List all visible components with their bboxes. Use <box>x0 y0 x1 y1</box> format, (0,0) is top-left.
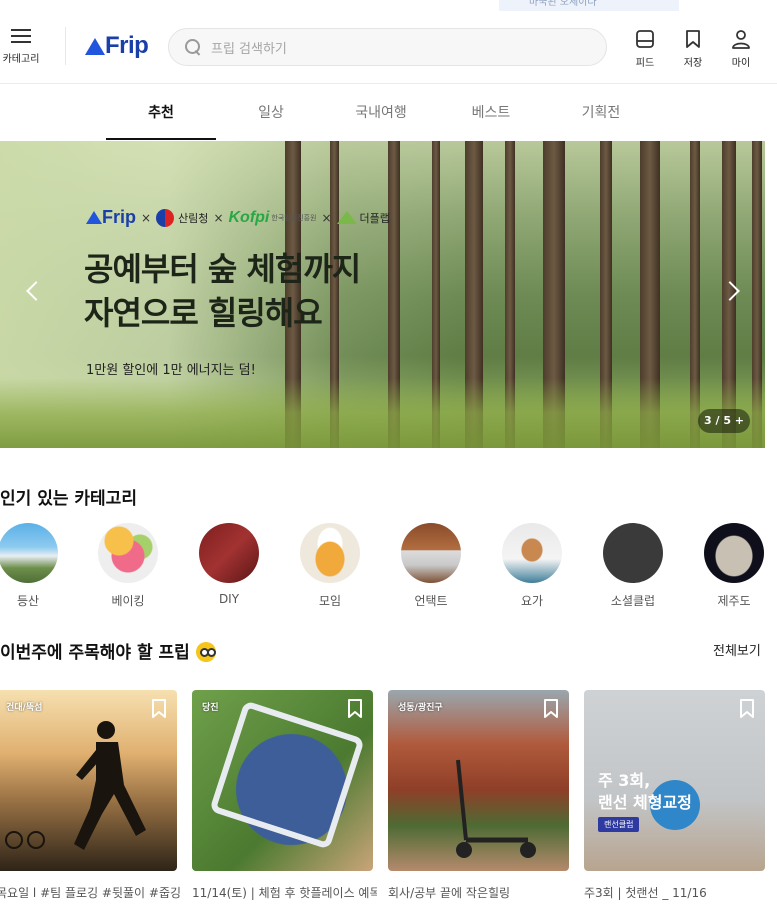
banner-prev-arrow-icon[interactable] <box>26 281 46 301</box>
header-divider <box>65 27 66 65</box>
social-club-icon <box>603 523 663 583</box>
tab-recommend[interactable]: 추천 <box>106 85 216 141</box>
hero-banner[interactable]: Frip × 산림청 × Kofpi 한국임업진흥원 × 더플랩 공예부터 숲 … <box>0 141 765 448</box>
frip-logo[interactable]: Frip <box>85 31 149 61</box>
bookmark-icon[interactable] <box>739 699 755 719</box>
frip-partner-logo: Frip <box>86 207 136 228</box>
card-location: 성동/광진구 <box>398 703 443 713</box>
tab-exhibition[interactable]: 기획전 <box>546 85 656 141</box>
bookmark-icon <box>686 30 700 48</box>
bookmark-icon[interactable] <box>543 699 559 719</box>
card-title[interactable]: 11/14(토) | 체험 후 핫플레이스 예목 <box>192 884 377 901</box>
frip-card[interactable]: 건대/뚝섬 <box>0 690 177 871</box>
popular-categories-title: 인기 있는 카테고리 <box>0 489 137 509</box>
banner-subtitle: 1만원 할인에 1만 에너지는 덤! <box>86 363 256 378</box>
header: 카테고리 Frip 프립 검색하기 피드 저장 마이 <box>0 11 777 84</box>
kofpi-logo: Kofpi <box>228 208 270 226</box>
mountain-icon <box>0 523 58 583</box>
laptop-icon <box>401 523 461 583</box>
partner-logos: Frip × 산림청 × Kofpi 한국임업진흥원 × 더플랩 <box>86 207 390 228</box>
saved-button[interactable]: 저장 <box>677 29 709 69</box>
yoga-icon <box>502 523 562 583</box>
tab-best[interactable]: 베스트 <box>436 85 546 141</box>
bookmark-icon[interactable] <box>347 699 363 719</box>
wallet-icon <box>199 523 259 583</box>
banner-title: 공예부터 숲 체험까지 자연으로 힐링해요 <box>84 250 361 332</box>
macaron-icon <box>98 523 158 583</box>
category-hiking[interactable]: 등산 <box>0 523 73 609</box>
card-title[interactable]: 회사/공부 끝에 작은힐링 <box>388 884 573 901</box>
feed-button[interactable]: 피드 <box>629 29 661 69</box>
card-location: 당진 <box>202 703 219 713</box>
tab-daily[interactable]: 일상 <box>216 85 326 141</box>
card-title[interactable]: 목요일 l #팀 플로깅 #뒷풀이 #줍깅 <box>0 884 181 901</box>
my-page-button[interactable]: 마이 <box>725 29 757 69</box>
tab-domestic-travel[interactable]: 국내여행 <box>326 85 436 141</box>
card-badge: 랜선클럽 <box>598 817 640 832</box>
top-tooltip: 마국된 오세이나 <box>499 0 679 11</box>
category-menu-label: 카테고리 <box>2 54 40 65</box>
category-jeju[interactable]: 제주도 <box>689 523 777 609</box>
frip-card[interactable]: 주 3회, 랜선 체형교정 랜선클럽 <box>584 690 765 871</box>
frip-card[interactable]: 성동/광진구 <box>388 690 569 871</box>
search-input[interactable]: 프립 검색하기 <box>168 28 607 66</box>
banner-pager[interactable]: 3 / 5 + <box>698 409 750 433</box>
category-untact[interactable]: 언택트 <box>386 523 476 609</box>
logo-triangle-icon <box>85 37 105 55</box>
main-tabs: 추천 일상 국내여행 베스트 기획전 <box>0 85 777 141</box>
category-social-club[interactable]: 소셜클럽 <box>588 523 678 609</box>
category-menu-button[interactable]: 카테고리 <box>0 29 42 65</box>
bookmark-icon[interactable] <box>151 699 167 719</box>
beer-icon <box>300 523 360 583</box>
category-baking[interactable]: 베이킹 <box>83 523 173 609</box>
korea-seal-icon <box>156 208 175 227</box>
hamburger-icon <box>11 29 31 44</box>
blueberry-basket <box>211 702 363 848</box>
see-all-link[interactable]: 전체보기 <box>713 640 761 659</box>
search-icon <box>185 39 201 55</box>
smile-emoji-icon <box>195 642 216 662</box>
frip-card[interactable]: 당진 <box>192 690 373 871</box>
search-placeholder: 프립 검색하기 <box>211 41 287 57</box>
mountain-logo-icon <box>336 211 357 224</box>
category-yoga[interactable]: 요가 <box>487 523 577 609</box>
card-location: 건대/뚝섬 <box>6 703 43 713</box>
category-meetup[interactable]: 모임 <box>285 523 375 609</box>
card-title[interactable]: 주3회 | 첫랜선 _ 11/16 <box>584 884 769 901</box>
dol-hareubang-icon <box>704 523 764 583</box>
scooter-image <box>456 759 536 858</box>
weekly-title: 이번주에 주목해야 할 프립 <box>0 638 216 663</box>
feed-icon <box>636 30 654 48</box>
category-diy[interactable]: DIY <box>184 523 274 606</box>
card-overlay-text: 주 3회, 랜선 체형교정 <box>598 771 692 812</box>
user-icon <box>732 30 750 49</box>
